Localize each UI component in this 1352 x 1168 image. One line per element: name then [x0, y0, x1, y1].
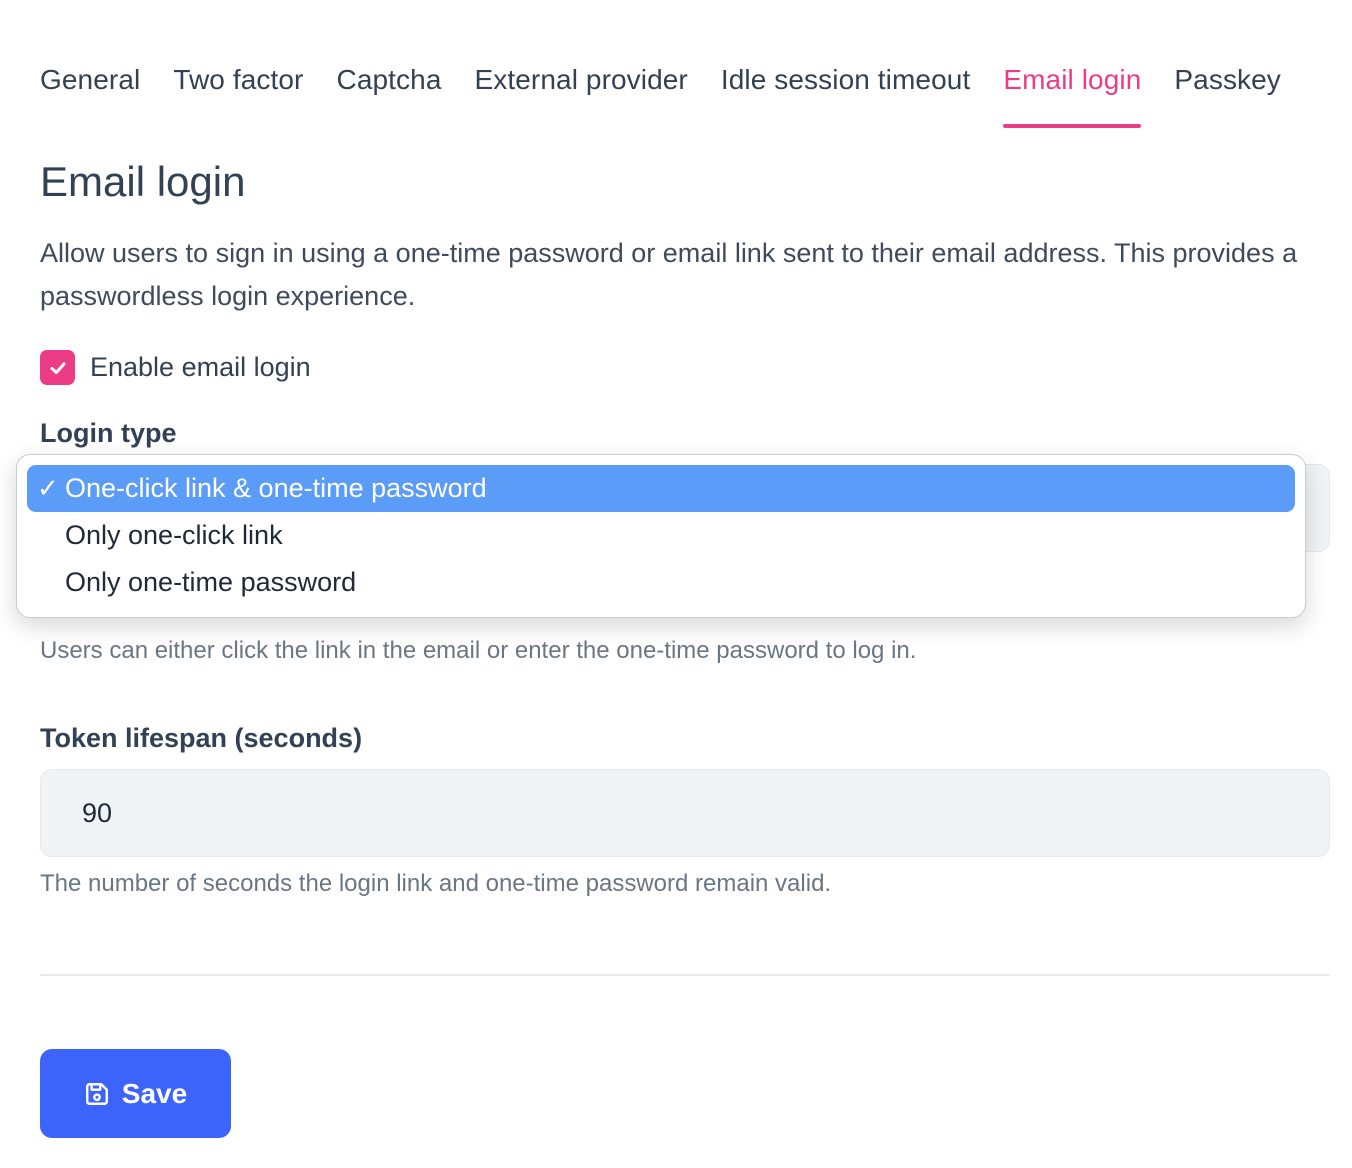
save-button[interactable]: Save	[40, 1049, 231, 1138]
page-title: Email login	[40, 158, 246, 205]
save-icon	[85, 1082, 108, 1105]
login-type-dropdown: ✓ One-click link & one-time password Onl…	[16, 454, 1306, 618]
divider	[40, 974, 1330, 976]
enable-email-login-row: Enable email login	[40, 350, 311, 385]
tab-captcha[interactable]: Captcha	[337, 58, 442, 128]
settings-tabs: General Two factor Captcha External prov…	[40, 58, 1330, 130]
tab-external-provider[interactable]: External provider	[475, 58, 688, 128]
tab-idle-session-timeout[interactable]: Idle session timeout	[721, 58, 970, 128]
section-description: Allow users to sign in using a one-time …	[40, 238, 1298, 311]
check-icon	[50, 362, 65, 374]
tab-general[interactable]: General	[40, 58, 140, 128]
tab-email-login[interactable]: Email login	[1003, 58, 1142, 128]
login-type-option-otp-only[interactable]: Only one-time password	[27, 559, 1295, 606]
login-type-hint: Users can either click the link in the e…	[40, 637, 917, 664]
enable-email-login-checkbox[interactable]	[40, 350, 75, 385]
save-button-label: Save	[121, 1077, 188, 1109]
login-type-label: Login type	[40, 418, 177, 448]
token-lifespan-input[interactable]: 90	[40, 769, 1330, 857]
login-type-option-link-only[interactable]: Only one-click link	[27, 512, 1295, 559]
login-type-option-link-and-otp[interactable]: ✓ One-click link & one-time password	[27, 465, 1295, 512]
tab-two-factor[interactable]: Two factor	[173, 58, 303, 128]
token-lifespan-hint: The number of seconds the login link and…	[40, 870, 832, 897]
tab-passkey[interactable]: Passkey	[1174, 58, 1281, 128]
token-lifespan-label: Token lifespan (seconds)	[40, 723, 363, 753]
checkmark-icon: ✓	[37, 473, 59, 503]
enable-email-login-label[interactable]: Enable email login	[90, 352, 311, 383]
